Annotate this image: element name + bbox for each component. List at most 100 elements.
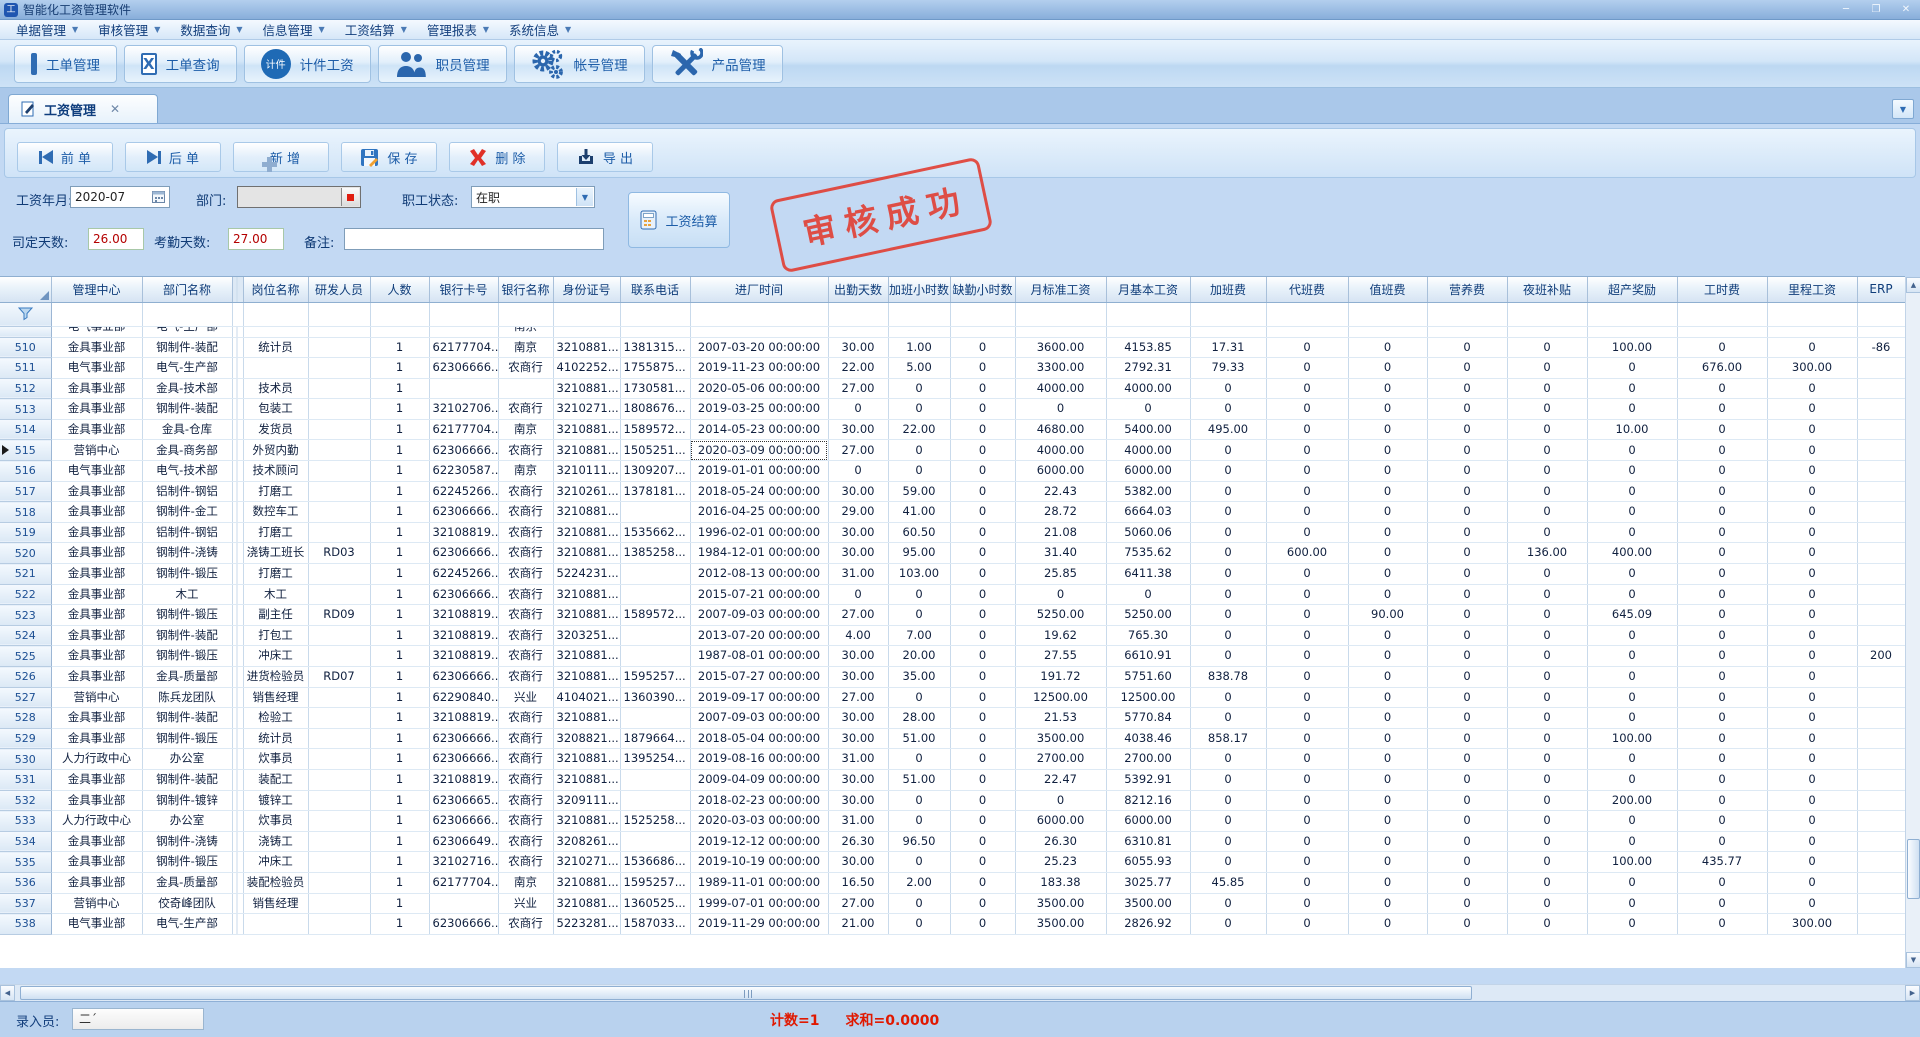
cell[interactable]: 0 (1190, 852, 1266, 873)
cell[interactable]: 0 (1190, 461, 1266, 482)
cell[interactable]: 0 (1767, 461, 1857, 482)
cell[interactable]: 0 (1507, 522, 1587, 543)
cell[interactable]: 0 (1190, 440, 1266, 461)
cell[interactable]: 金具-技术部 (142, 378, 232, 399)
cell[interactable]: 32108819... (429, 769, 498, 790)
cell[interactable]: 0 (1767, 440, 1857, 461)
cell[interactable]: 0 (1266, 831, 1348, 852)
toolbar-button-帐号管理[interactable]: 帐号管理 (514, 45, 645, 83)
operator-input[interactable]: 二ˊ (72, 1008, 204, 1030)
cell[interactable]: 6055.93 (1106, 852, 1190, 873)
cell[interactable]: 0 (1507, 564, 1587, 585)
cell[interactable]: 1 (370, 831, 429, 852)
menu-item-信息管理[interactable]: 信息管理▼ (253, 20, 335, 40)
cell[interactable] (232, 481, 243, 502)
cell[interactable]: 0 (1767, 893, 1857, 914)
cell[interactable]: 0 (1507, 337, 1587, 358)
cell[interactable]: 1 (370, 419, 429, 440)
cell[interactable]: 0 (828, 584, 888, 605)
cell[interactable]: 浇铸工 (243, 831, 308, 852)
cell[interactable]: 0 (828, 399, 888, 420)
cell[interactable] (308, 872, 370, 893)
cell[interactable]: 5382.00 (1106, 481, 1190, 502)
cell[interactable]: 0 (1767, 687, 1857, 708)
cell[interactable] (1857, 440, 1905, 461)
cell[interactable] (308, 831, 370, 852)
cell[interactable] (308, 564, 370, 585)
cell[interactable]: 90.00 (1348, 605, 1427, 626)
cell[interactable]: 0 (1348, 749, 1427, 770)
cell[interactable]: 0 (1190, 687, 1266, 708)
cell[interactable]: 农商行 (498, 831, 553, 852)
cell[interactable]: 进货检验员 (243, 667, 308, 688)
cell[interactable] (232, 337, 243, 358)
cell[interactable]: 0 (1427, 358, 1507, 379)
cell[interactable] (1348, 326, 1427, 337)
cell[interactable] (308, 893, 370, 914)
cell[interactable]: 0 (1767, 708, 1857, 729)
cell[interactable]: 0 (1767, 831, 1857, 852)
cell[interactable]: 0 (1427, 564, 1507, 585)
filter-cell[interactable] (553, 302, 620, 326)
column-header-代班费[interactable]: 代班费 (1266, 277, 1348, 302)
cell[interactable] (1857, 564, 1905, 585)
cell[interactable]: 400.00 (1587, 543, 1677, 564)
row-number-cell[interactable]: 517 (0, 481, 51, 502)
cell[interactable]: 0 (950, 522, 1015, 543)
cell[interactable]: 3210881... (553, 502, 620, 523)
row-number-cell[interactable]: 532 (0, 790, 51, 811)
cell[interactable]: 销售经理 (243, 687, 308, 708)
cell[interactable]: 0 (1677, 378, 1767, 399)
cell[interactable]: 农商行 (498, 667, 553, 688)
cell[interactable] (620, 646, 690, 667)
cell[interactable]: 1 (370, 914, 429, 935)
cell[interactable]: 62306666... (429, 543, 498, 564)
cell[interactable]: 16.50 (828, 872, 888, 893)
cell[interactable] (1857, 543, 1905, 564)
cell[interactable]: 外贸内勤 (243, 440, 308, 461)
cell[interactable]: 32108819... (429, 522, 498, 543)
cell[interactable]: 62306666... (429, 749, 498, 770)
cell[interactable]: 62245266... (429, 564, 498, 585)
cell[interactable]: 1 (370, 564, 429, 585)
cell[interactable]: 25.85 (1015, 564, 1106, 585)
cell[interactable] (1857, 358, 1905, 379)
cell[interactable]: 0 (950, 872, 1015, 893)
cell[interactable]: 电气-生产部 (142, 914, 232, 935)
cell[interactable]: 0 (950, 708, 1015, 729)
cell[interactable] (308, 378, 370, 399)
cell[interactable] (308, 522, 370, 543)
row-number-cell[interactable]: 536 (0, 872, 51, 893)
cell[interactable]: 2007-09-03 00:00:00 (690, 708, 828, 729)
cell[interactable]: 0 (1587, 564, 1677, 585)
cell[interactable] (232, 646, 243, 667)
cell[interactable]: 5400.00 (1106, 419, 1190, 440)
cell[interactable] (1857, 502, 1905, 523)
filter-cell[interactable] (888, 302, 950, 326)
cell[interactable]: 0 (1427, 502, 1507, 523)
scroll-up-icon[interactable]: ▲ (1906, 277, 1920, 293)
cell[interactable]: 0 (1507, 687, 1587, 708)
cell[interactable]: 3209111... (553, 790, 620, 811)
cell[interactable]: 0 (1266, 667, 1348, 688)
cell[interactable]: 0 (888, 687, 950, 708)
cell[interactable]: 铝制件-钢铝 (142, 522, 232, 543)
column-header-管理中心[interactable]: 管理中心 (51, 277, 142, 302)
cell[interactable]: 0 (1767, 419, 1857, 440)
cell[interactable]: 0 (1266, 399, 1348, 420)
cell[interactable]: 10.00 (1587, 419, 1677, 440)
calendar-icon[interactable] (152, 190, 166, 204)
cell[interactable]: 1996-02-01 00:00:00 (690, 522, 828, 543)
toolbar-button-计件工资[interactable]: 计件计件工资 (244, 45, 371, 83)
cell[interactable]: 5224231... (553, 564, 620, 585)
cell[interactable]: 0 (1266, 811, 1348, 832)
cell[interactable]: 0 (1677, 687, 1767, 708)
cell[interactable]: 30.00 (828, 728, 888, 749)
column-header-超产奖励[interactable]: 超产奖励 (1587, 277, 1677, 302)
table-row[interactable]: 528金具事业部钢制件-装配检验工132108819...农商行3210881.… (0, 708, 1905, 729)
cell[interactable]: 销售经理 (243, 893, 308, 914)
cell[interactable]: 30.00 (828, 419, 888, 440)
row-number-cell[interactable]: 529 (0, 728, 51, 749)
cell[interactable]: 0 (1427, 769, 1507, 790)
cell[interactable]: 30.00 (828, 522, 888, 543)
